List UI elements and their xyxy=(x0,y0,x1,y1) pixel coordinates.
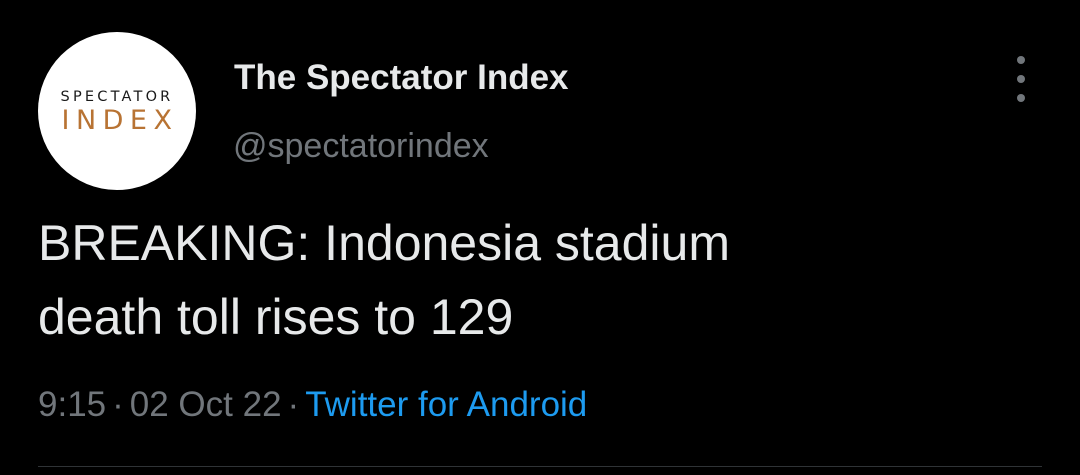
more-vertical-icon[interactable] xyxy=(1006,56,1036,102)
tweet-date[interactable]: 02 Oct 22 xyxy=(130,385,282,424)
meta-separator: · xyxy=(112,385,124,424)
more-dot xyxy=(1017,75,1025,83)
avatar-logo-line2: INDEX xyxy=(61,105,179,137)
tweet-card: SPECTATOR INDEX The Spectator Index @spe… xyxy=(0,0,1080,475)
divider xyxy=(38,466,1042,467)
author-handle[interactable]: @spectatorindex xyxy=(233,127,489,165)
avatar-logo-line1: SPECTATOR xyxy=(60,88,174,105)
avatar[interactable]: SPECTATOR INDEX xyxy=(38,32,196,190)
tweet-text: BREAKING: Indonesia stadium death toll r… xyxy=(38,215,730,345)
more-dot xyxy=(1017,56,1025,64)
tweet-meta: 9:15 · 02 Oct 22 · Twitter for Android xyxy=(38,385,587,425)
more-dot xyxy=(1017,94,1025,102)
tweet-source-link[interactable]: Twitter for Android xyxy=(305,385,587,424)
meta-separator: · xyxy=(287,385,300,424)
author-display-name[interactable]: The Spectator Index xyxy=(234,58,569,98)
tweet-time[interactable]: 9:15 xyxy=(38,385,106,424)
